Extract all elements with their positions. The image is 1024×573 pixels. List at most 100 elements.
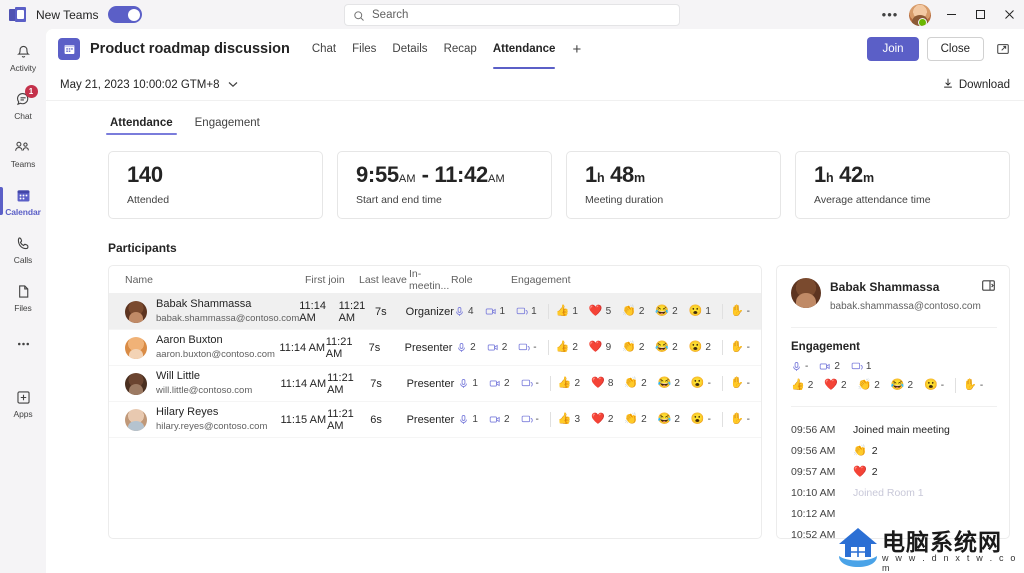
reaction-clap: 👏 2 xyxy=(857,379,880,392)
avatar[interactable] xyxy=(909,3,931,26)
meeting-tabs: Chat Files Details Recap Attendance + xyxy=(304,29,590,69)
card-label: Start and end time xyxy=(356,194,442,206)
microphone-icon xyxy=(791,361,802,372)
first-join-value: 11:14 AM xyxy=(280,377,327,390)
reaction-surprise: 😮 - xyxy=(924,379,945,392)
popout-icon[interactable] xyxy=(992,38,1014,60)
reaction-thumbs-up: 👍 2 xyxy=(555,341,578,354)
participants-content: Name First join Last leave In-meetin... … xyxy=(46,265,1024,541)
divider xyxy=(721,340,723,355)
engagement-cell: 1 2 - 👍 3 ❤️ 2 👏 2 😂 2 😮 - ✋ - xyxy=(458,412,761,427)
reaction-laugh: 😂 2 xyxy=(657,413,680,426)
role-value: Presenter xyxy=(404,341,453,354)
camera-icon xyxy=(487,342,499,353)
first-join-value: 11:15 AM xyxy=(280,413,327,426)
engagement-cell: 1 2 - 👍 2 ❤️ 8 👏 2 😂 2 😮 - ✋ - xyxy=(458,376,761,391)
timeline-time: 10:10 AM xyxy=(791,486,836,499)
calendar-icon xyxy=(15,186,32,205)
screenshare-stat: 1 xyxy=(516,306,537,317)
heart-icon: ❤️ xyxy=(853,466,867,478)
new-teams-toggle[interactable] xyxy=(108,6,143,23)
reaction-clap: 👏 2 xyxy=(622,305,645,318)
search-container[interactable]: Search xyxy=(344,4,680,26)
subtab-engagement[interactable]: Engagement xyxy=(193,117,262,135)
divider xyxy=(791,327,997,328)
download-button[interactable]: Download xyxy=(942,77,1010,92)
sidebar-item-label: Teams xyxy=(10,158,36,169)
sidebar-item-files[interactable]: Files xyxy=(0,275,46,319)
download-label: Download xyxy=(958,78,1010,91)
mic-stat: - xyxy=(791,361,808,372)
raise-hand-stat: ✋ - xyxy=(729,341,750,354)
reaction-laugh: 😂 2 xyxy=(657,377,680,390)
tab-attendance[interactable]: Attendance xyxy=(485,29,564,69)
column-header-in-meeting: In-meetin... xyxy=(409,267,450,292)
reaction-surprise: 😮 2 xyxy=(688,341,711,354)
laugh-icon: 😂 xyxy=(890,379,905,391)
surprised-icon: 😮 xyxy=(688,305,703,317)
maximize-button[interactable] xyxy=(966,0,995,29)
participant-name-cell: Hilary Reyes hilary.reyes@contoso.com xyxy=(109,406,280,434)
detail-name: Babak Shammassa xyxy=(830,280,940,294)
sidebar-item-calls[interactable]: Calls xyxy=(0,227,46,271)
subtab-attendance[interactable]: Attendance xyxy=(106,117,177,135)
microphone-icon xyxy=(458,378,469,389)
join-button[interactable]: Join xyxy=(867,37,919,61)
camera-stat: 2 xyxy=(819,361,840,372)
card-value: 1h 42m xyxy=(814,162,874,187)
chevron-down-icon[interactable] xyxy=(228,80,238,90)
meeting-header: Product roadmap discussion Chat Files De… xyxy=(46,29,1024,69)
table-row[interactable]: Aaron Buxton aaron.buxton@contoso.com 11… xyxy=(109,330,761,366)
first-join-value: 11:14 AM xyxy=(299,299,326,324)
sidebar-item-more[interactable] xyxy=(0,323,46,367)
close-meeting-button[interactable]: Close xyxy=(926,37,984,61)
tab-chat[interactable]: Chat xyxy=(304,29,344,69)
teams-icon xyxy=(14,138,32,157)
heart-icon: ❤️ xyxy=(591,377,605,389)
camera-stat: 1 xyxy=(485,306,505,317)
sidebar-item-label: Activity xyxy=(9,62,37,73)
last-leave-value: 11:21 AM xyxy=(325,335,353,360)
add-tab-button[interactable]: + xyxy=(563,41,590,58)
column-header-role: Role xyxy=(451,273,473,286)
table-row[interactable]: Hilary Reyes hilary.reyes@contoso.com 11… xyxy=(109,402,761,438)
avatar xyxy=(791,278,821,308)
in-meeting-value: 7s xyxy=(368,341,381,354)
reaction-thumbs-up: 👍 2 xyxy=(791,379,814,392)
expand-icon[interactable] xyxy=(981,278,997,294)
timeline-row: 10:12 AM xyxy=(791,503,997,524)
reaction-laugh: 😂 2 xyxy=(655,341,678,354)
screen-share-icon xyxy=(518,342,530,353)
summary-card-attended: 140 Attended xyxy=(108,151,323,219)
raise-hand-icon: ✋ xyxy=(963,379,977,391)
laugh-icon: 😂 xyxy=(657,377,672,389)
titlebar-more-icon[interactable]: ••• xyxy=(877,7,903,22)
table-row[interactable]: Babak Shammassa babak.shammassa@contoso.… xyxy=(109,294,761,330)
camera-stat: 2 xyxy=(489,414,510,425)
search-input[interactable]: Search xyxy=(344,4,680,26)
mic-stat: 4 xyxy=(454,306,474,317)
table-row[interactable]: Will Little will.little@contoso.com 11:1… xyxy=(109,366,761,402)
camera-icon xyxy=(819,361,831,372)
tab-recap[interactable]: Recap xyxy=(436,29,485,69)
avatar xyxy=(125,336,147,359)
report-subtabs: Attendance Engagement xyxy=(46,101,1024,135)
reaction-thumbs-up: 👍 2 xyxy=(557,377,581,390)
close-button[interactable] xyxy=(995,0,1024,29)
sidebar-item-teams[interactable]: Teams xyxy=(0,131,46,175)
laugh-icon: 😂 xyxy=(655,305,670,317)
screenshare-stat: - xyxy=(521,414,539,425)
participant-name: Babak Shammassa xyxy=(156,297,252,310)
sidebar-item-chat[interactable]: 1 Chat xyxy=(0,83,46,127)
sidebar-item-calendar[interactable]: Calendar xyxy=(0,179,46,223)
timeline-event: ❤️ 2 xyxy=(853,465,878,479)
reaction-surprise: 😮 - xyxy=(690,377,711,390)
raise-hand-icon: ✋ xyxy=(729,341,744,353)
tab-files[interactable]: Files xyxy=(344,29,384,69)
tab-details[interactable]: Details xyxy=(384,29,435,69)
minimize-button[interactable] xyxy=(937,0,966,29)
reaction-surprise: 😮 - xyxy=(690,413,711,426)
sidebar-item-activity[interactable]: Activity xyxy=(0,35,46,79)
sidebar-item-apps[interactable]: Apps xyxy=(0,381,46,425)
screen-share-icon xyxy=(521,414,533,425)
